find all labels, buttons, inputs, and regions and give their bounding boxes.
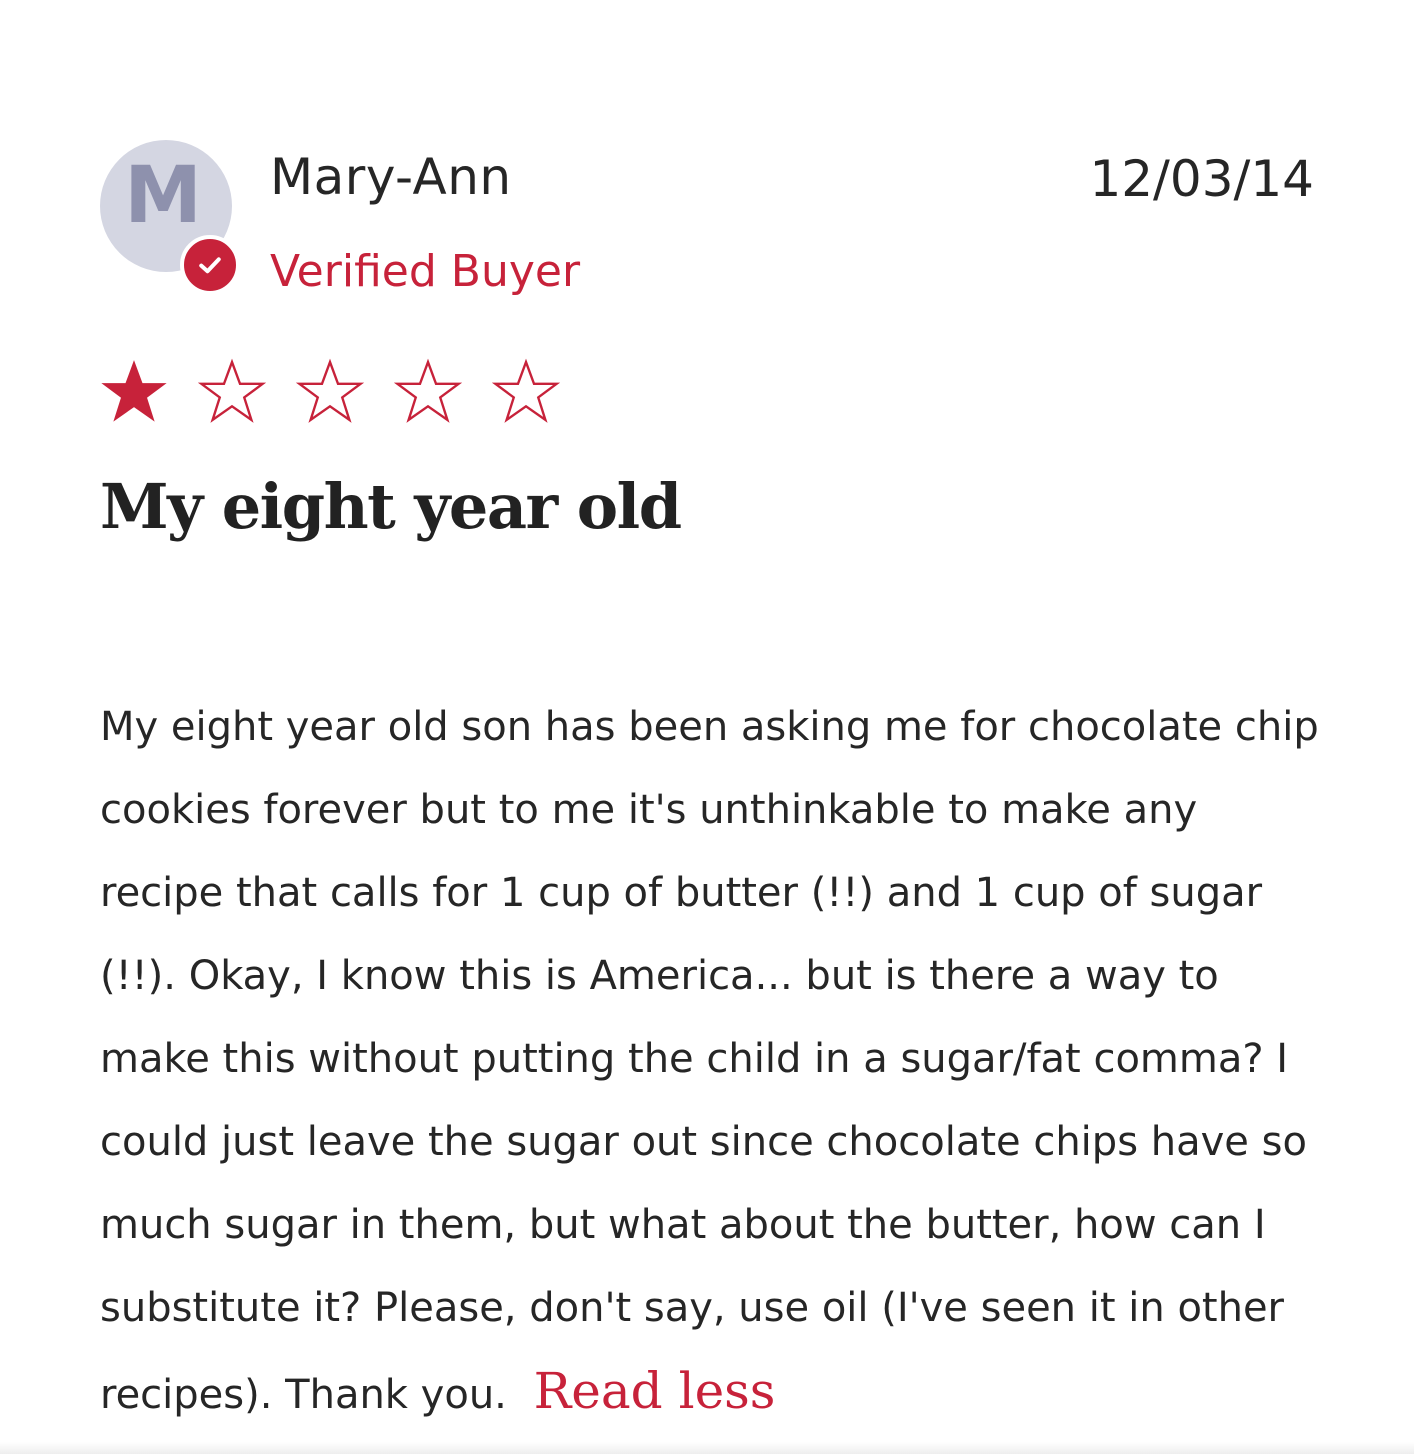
author-name[interactable]: Mary-Ann	[270, 148, 512, 206]
bottom-divider	[0, 1442, 1414, 1454]
star-filled-icon	[101, 360, 167, 422]
star-outline-icon	[296, 358, 364, 423]
star-outline-icon	[492, 358, 560, 423]
avatar-initial: M	[124, 151, 202, 241]
star-outline-icon	[198, 358, 266, 423]
review-date: 12/03/14	[1089, 150, 1314, 208]
review-body: My eight year old son has been asking me…	[100, 686, 1330, 1437]
review-card: M Mary-Ann Verified Buyer 12/03/14 My ei…	[0, 0, 1414, 1454]
verified-buyer-label: Verified Buyer	[270, 246, 581, 297]
verified-check-icon	[180, 235, 240, 295]
review-title: My eight year old	[100, 470, 682, 543]
star-rating	[100, 358, 560, 426]
read-less-link[interactable]: Read less	[534, 1362, 776, 1420]
star-outline-icon	[394, 358, 462, 423]
review-text: My eight year old son has been asking me…	[100, 704, 1319, 1418]
